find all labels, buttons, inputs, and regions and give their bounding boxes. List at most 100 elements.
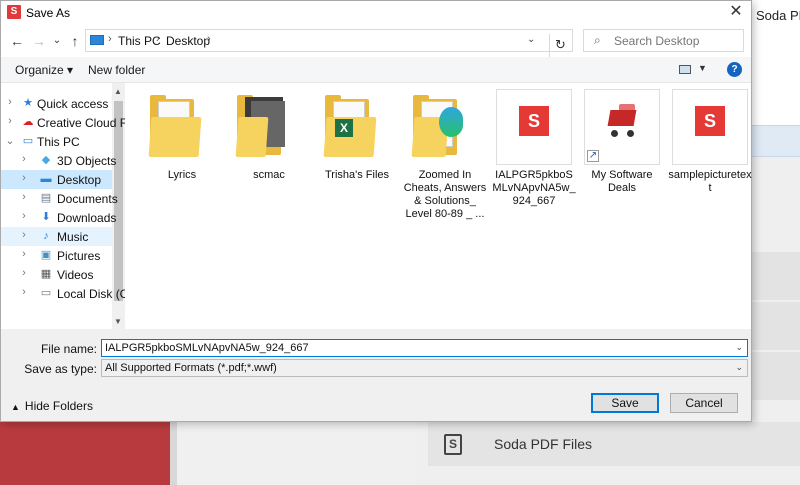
up-arrow-icon[interactable]: ↑ bbox=[65, 31, 85, 51]
file-item[interactable]: Lyrics bbox=[140, 89, 224, 182]
breadcrumb-separator-icon: › bbox=[156, 33, 160, 45]
back-arrow-icon[interactable]: ← bbox=[7, 31, 27, 51]
soda-pdf-files-row[interactable]: S Soda PDF Files bbox=[428, 422, 800, 466]
soda-pdf-files-label: Soda PDF Files bbox=[494, 436, 593, 452]
file-item[interactable]: ↗ My Software Deals bbox=[580, 89, 664, 195]
recent-locations-chevron-icon[interactable]: ⌄ bbox=[47, 31, 67, 51]
file-name-field[interactable]: IALPGR5pkboSMLvNApvNA5w_924_667 ⌄ bbox=[101, 339, 748, 357]
file-thumbnail bbox=[407, 89, 483, 165]
change-view-icon[interactable] bbox=[679, 65, 691, 74]
bg-panel bbox=[752, 30, 800, 125]
nav-item-3d-objects[interactable]: › ◆ 3D Objects bbox=[1, 151, 116, 170]
nav-item-videos[interactable]: › ▦ Videos bbox=[1, 265, 112, 284]
breadcrumb-desktop[interactable]: Desktop bbox=[166, 34, 210, 48]
nav-item-quick-access[interactable]: › ★ Quick access bbox=[1, 94, 112, 113]
nav-item-label: Videos bbox=[57, 268, 94, 282]
chevron-right-icon[interactable]: › bbox=[19, 172, 29, 184]
chevron-right-icon[interactable]: › bbox=[5, 96, 15, 108]
file-item[interactable]: Zoomed In Cheats, Answers & Solutions_ L… bbox=[403, 89, 487, 221]
file-item[interactable]: S IALPGR5pkboSMLvNApvNA5w_924_667 bbox=[492, 89, 576, 208]
nav-item-this-pc[interactable]: ⌄ ▭ This PC bbox=[1, 132, 112, 151]
file-name-label: File name: bbox=[40, 342, 97, 356]
folder-front bbox=[235, 117, 269, 157]
chevron-down-icon[interactable]: ▼ bbox=[698, 63, 707, 73]
file-name-label: Zoomed In Cheats, Answers & Solutions_ L… bbox=[403, 169, 487, 220]
nav-item-label: Desktop bbox=[57, 173, 102, 187]
nav-item-label: Quick access bbox=[37, 97, 109, 111]
save-as-dialog: S Save As ✕ ← → ⌄ ↑ › This PC › Desktop … bbox=[0, 0, 752, 422]
documents-icon: ▤ bbox=[40, 192, 52, 204]
nav-item-creative-cloud-fil[interactable]: › ☁ Creative Cloud Fil bbox=[1, 113, 125, 132]
chevron-right-icon[interactable]: › bbox=[19, 248, 29, 260]
breadcrumb-this-pc[interactable]: This PC bbox=[118, 34, 161, 48]
save-as-type-select[interactable]: All Supported Formats (*.pdf;*.wwf) ⌄ bbox=[101, 359, 748, 377]
file-name-label: samplepicturetext bbox=[668, 169, 752, 194]
address-bar[interactable]: › This PC › Desktop › ⌄ ↻ bbox=[85, 29, 573, 57]
downloads-icon: ⬇ bbox=[41, 211, 51, 223]
nav-item-label: This PC bbox=[37, 135, 80, 149]
chevron-down-icon[interactable]: ⌄ bbox=[5, 134, 15, 147]
forward-arrow-icon[interactable]: → bbox=[29, 31, 49, 51]
search-input[interactable] bbox=[614, 33, 739, 49]
help-icon[interactable]: ? bbox=[727, 62, 742, 77]
file-thumbnail: S bbox=[672, 89, 748, 165]
nav-item-pictures[interactable]: › ▣ Pictures bbox=[1, 246, 112, 265]
nav-item-local-disk-c[interactable]: › ▭ Local Disk (C:) bbox=[1, 284, 125, 303]
bg-band bbox=[752, 352, 800, 400]
command-toolbar: Organize ▾ New folder ▼ ? bbox=[1, 57, 751, 83]
save-form: File name: IALPGR5pkboSMLvNApvNA5w_924_6… bbox=[1, 329, 751, 421]
file-item[interactable]: Ssamplepicturetext bbox=[668, 89, 752, 195]
file-name-label: Lyrics bbox=[167, 169, 197, 181]
refresh-icon[interactable]: ↻ bbox=[549, 34, 571, 57]
nav-item-downloads[interactable]: › ⬇ Downloads bbox=[1, 208, 116, 227]
desktop-icon: ▬ bbox=[40, 173, 52, 185]
chevron-right-icon[interactable]: › bbox=[19, 153, 29, 165]
excel-icon: X bbox=[335, 119, 353, 137]
scroll-up-icon[interactable]: ▲ bbox=[114, 87, 122, 96]
chevron-right-icon[interactable]: › bbox=[19, 267, 29, 279]
scroll-down-icon[interactable]: ▼ bbox=[114, 317, 122, 326]
nav-item-documents[interactable]: › ▤ Documents bbox=[1, 189, 118, 208]
file-item[interactable]: scmac bbox=[227, 89, 311, 182]
new-folder-button[interactable]: New folder bbox=[88, 63, 145, 77]
hide-folders-button[interactable]: ▲ Hide Folders bbox=[11, 399, 93, 413]
bg-red-sidebar bbox=[0, 422, 170, 485]
nav-item-label: 3D Objects bbox=[57, 154, 117, 168]
file-name-label: Trisha's Files bbox=[324, 169, 390, 181]
star-icon: ★ bbox=[23, 97, 33, 109]
shortcut-arrow-icon: ↗ bbox=[587, 150, 599, 162]
folder-front bbox=[148, 117, 202, 157]
dialog-title: Save As bbox=[26, 6, 71, 20]
chevron-down-icon: ▾ bbox=[67, 63, 74, 77]
nav-item-label: Creative Cloud Fil bbox=[37, 116, 125, 130]
soda-pdf-titlebar: Soda PDF bbox=[752, 0, 800, 30]
file-thumbnail bbox=[144, 89, 220, 165]
save-as-type-label: Save as type: bbox=[24, 362, 97, 376]
chevron-down-icon[interactable]: ⌄ bbox=[735, 342, 743, 353]
chevron-right-icon[interactable]: › bbox=[19, 210, 29, 222]
3d-objects-icon: ◆ bbox=[41, 154, 51, 166]
save-button[interactable]: Save bbox=[591, 393, 659, 413]
nav-item-label: Documents bbox=[57, 192, 118, 206]
chevron-right-icon[interactable]: › bbox=[19, 286, 29, 298]
organize-button[interactable]: Organize ▾ bbox=[15, 63, 73, 77]
cancel-button[interactable]: Cancel bbox=[670, 393, 738, 413]
chevron-down-icon[interactable]: ⌄ bbox=[527, 34, 535, 45]
file-name-value: IALPGR5pkboSMLvNApvNA5w_924_667 bbox=[105, 342, 309, 354]
videos-icon: ▦ bbox=[40, 268, 52, 280]
pictures-icon: ▣ bbox=[40, 249, 52, 261]
soda-pdf-icon: S bbox=[695, 106, 725, 136]
file-thumbnail: X bbox=[319, 89, 395, 165]
nav-item-label: Downloads bbox=[57, 211, 117, 225]
nav-item-desktop[interactable]: › ▬ Desktop bbox=[1, 170, 112, 189]
close-icon[interactable]: ✕ bbox=[721, 1, 751, 25]
computer-icon bbox=[90, 35, 104, 45]
chevron-right-icon[interactable]: › bbox=[19, 191, 29, 203]
navigation-pane: ▲ ▼ › ★ Quick access › ☁ Creative Cloud Fil ⌄ ▭… bbox=[1, 83, 125, 329]
nav-item-music[interactable]: › ♪ Music bbox=[1, 227, 112, 246]
file-item[interactable]: X Trisha's Files bbox=[315, 89, 399, 182]
file-thumbnail: ↗ bbox=[584, 89, 660, 165]
chevron-right-icon[interactable]: › bbox=[19, 229, 29, 241]
chevron-right-icon[interactable]: › bbox=[5, 115, 15, 127]
search-box[interactable]: ⌕ bbox=[583, 29, 744, 52]
